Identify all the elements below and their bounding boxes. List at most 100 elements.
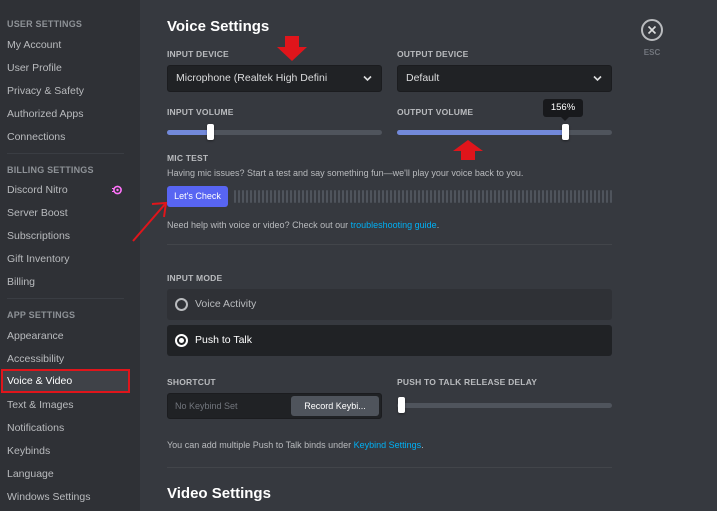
sidebar-header-user-settings: USER SETTINGS [7, 19, 83, 29]
input-mode-option-voice-activity[interactable]: Voice Activity [167, 289, 612, 320]
sidebar-item-privacy-safety[interactable]: Privacy & Safety [2, 80, 130, 102]
section-divider [167, 244, 612, 245]
mic-level-bar [330, 190, 332, 203]
help-text-prefix: Need help with voice or video? Check out… [167, 220, 351, 230]
sidebar-item-appearance[interactable]: Appearance [2, 325, 130, 347]
mic-level-bar [582, 190, 584, 203]
lets-check-button[interactable]: Let's Check [167, 186, 228, 207]
annotation-up-arrow [453, 140, 483, 160]
mic-level-bar [434, 190, 436, 203]
mic-level-bar [418, 190, 420, 203]
mic-level-bar [534, 190, 536, 203]
sidebar-item-connections[interactable]: Connections [2, 126, 130, 148]
mic-level-bar [326, 190, 328, 203]
mic-level-bar [478, 190, 480, 203]
input-mode-label: INPUT MODE [167, 273, 223, 283]
keybind-note-suffix: . [421, 440, 424, 450]
mic-level-bar [470, 190, 472, 203]
mic-level-bar [558, 190, 560, 203]
shortcut-label: SHORTCUT [167, 377, 216, 387]
mic-test-description: Having mic issues? Start a test and say … [167, 168, 524, 178]
mic-level-bar [314, 190, 316, 203]
input-volume-slider-fill [167, 130, 210, 135]
sidebar-item-text-images[interactable]: Text & Images [2, 394, 130, 416]
ptt-delay-slider-handle[interactable] [398, 397, 405, 413]
output-volume-slider-handle[interactable] [562, 124, 569, 140]
mic-level-bar [274, 190, 276, 203]
keybind-settings-link[interactable]: Keybind Settings [354, 440, 422, 450]
record-keybind-button[interactable]: Record Keybi... [291, 396, 379, 416]
tooltip-arrow [560, 116, 570, 121]
mic-level-bar [542, 190, 544, 203]
input-volume-label: INPUT VOLUME [167, 107, 234, 117]
output-device-label: OUTPUT DEVICE [397, 49, 469, 59]
esc-label: ESC [643, 48, 661, 57]
mic-level-bar [458, 190, 460, 203]
mic-level-bar [350, 190, 352, 203]
video-settings-title: Video Settings [167, 485, 271, 502]
mic-level-bar [510, 190, 512, 203]
radio-label: Voice Activity [195, 298, 257, 310]
mic-level-bar [430, 190, 432, 203]
input-volume-slider-handle[interactable] [207, 124, 214, 140]
mic-level-bar [422, 190, 424, 203]
mic-level-bar [538, 190, 540, 203]
mic-level-bar [474, 190, 476, 203]
mic-level-bar [386, 190, 388, 203]
mic-level-bar [390, 190, 392, 203]
close-button[interactable] [641, 19, 663, 41]
mic-level-bar [426, 190, 428, 203]
sidebar-item-voice-video[interactable]: Voice & Video [2, 370, 130, 392]
mic-level-bar [530, 190, 532, 203]
sidebar-item-server-boost[interactable]: Server Boost [2, 202, 130, 224]
mic-level-bar [518, 190, 520, 203]
mic-level-meter [234, 190, 612, 203]
mic-level-bar [366, 190, 368, 203]
mic-level-bar [498, 190, 500, 203]
sidebar-item-gift-inventory[interactable]: Gift Inventory [2, 248, 130, 270]
mic-level-bar [574, 190, 576, 203]
ptt-delay-slider-track[interactable] [397, 403, 612, 408]
sidebar-item-notifications[interactable]: Notifications [2, 417, 130, 439]
radio-button[interactable] [175, 298, 188, 311]
mic-level-bar [550, 190, 552, 203]
mic-level-bar [446, 190, 448, 203]
mic-level-bar [502, 190, 504, 203]
keybind-placeholder: No Keybind Set [175, 401, 238, 411]
sidebar-item-my-account[interactable]: My Account [2, 34, 130, 56]
mic-level-bar [438, 190, 440, 203]
close-icon [647, 25, 657, 35]
mic-level-bar [334, 190, 336, 203]
mic-level-bar [482, 190, 484, 203]
troubleshooting-guide-link[interactable]: troubleshooting guide [351, 220, 437, 230]
keybind-recorder[interactable]: No Keybind Set Record Keybi... [167, 393, 382, 419]
sidebar-item-language[interactable]: Language [2, 463, 130, 485]
mic-level-bar [566, 190, 568, 203]
mic-level-bar [234, 190, 236, 203]
sidebar-item-authorized-apps[interactable]: Authorized Apps [2, 103, 130, 125]
mic-level-bar [450, 190, 452, 203]
radio-button[interactable] [175, 334, 188, 347]
sidebar-item-user-profile[interactable]: User Profile [2, 57, 130, 79]
sidebar-item-subscriptions[interactable]: Subscriptions [2, 225, 130, 247]
output-device-select[interactable]: Default [397, 65, 612, 92]
input-device-select[interactable]: Microphone (Realtek High Defini [167, 65, 382, 92]
sidebar-item-billing[interactable]: Billing [2, 271, 130, 293]
mic-level-bar [266, 190, 268, 203]
sidebar-item-discord-nitro[interactable]: Discord Nitro [2, 179, 130, 201]
mic-level-bar [338, 190, 340, 203]
input-mode-option-push-to-talk[interactable]: Push to Talk [167, 325, 612, 356]
sidebar-item-keybinds[interactable]: Keybinds [2, 440, 130, 462]
nitro-icon [112, 185, 122, 195]
mic-level-bar [362, 190, 364, 203]
mic-level-bar [570, 190, 572, 203]
sidebar-item-windows-settings[interactable]: Windows Settings [2, 486, 130, 508]
mic-level-bar [294, 190, 296, 203]
mic-level-bar [598, 190, 600, 203]
mic-level-bar [610, 190, 612, 203]
ptt-release-delay-label: PUSH TO TALK RELEASE DELAY [397, 377, 538, 387]
mic-level-bar [526, 190, 528, 203]
mic-level-bar [486, 190, 488, 203]
sidebar-item-accessibility[interactable]: Accessibility [2, 348, 130, 370]
mic-level-bar [290, 190, 292, 203]
